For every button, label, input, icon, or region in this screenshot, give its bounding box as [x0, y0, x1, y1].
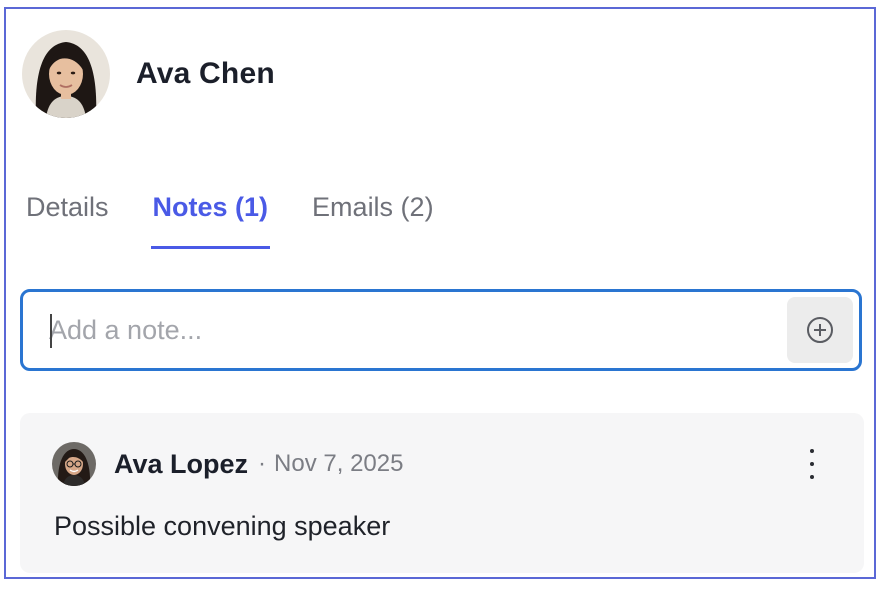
contact-panel: Ava Chen Details Notes (1) Emails (2) Ad…	[4, 7, 876, 579]
note-input-container	[20, 289, 862, 371]
more-vertical-icon[interactable]	[804, 449, 820, 479]
note-header: Ava Lopez · Nov 7, 2025	[52, 441, 403, 487]
note-body: Possible convening speaker	[54, 511, 391, 541]
note-author: Ava Lopez	[114, 448, 249, 479]
add-note-button[interactable]	[787, 297, 853, 363]
tab-details[interactable]: Details	[24, 187, 111, 249]
note-date: Nov 7, 2025	[274, 450, 404, 477]
tab-emails[interactable]: Emails (2)	[310, 187, 436, 249]
tab-notes[interactable]: Notes (1)	[150, 187, 271, 249]
note-input[interactable]	[23, 299, 787, 361]
contact-header: Ava Chen	[22, 29, 275, 119]
author-avatar	[52, 442, 96, 486]
contact-name: Ava Chen	[136, 57, 275, 90]
text-cursor	[50, 314, 52, 348]
plus-circle-icon	[807, 317, 833, 343]
meta-separator: ·	[258, 450, 267, 477]
note-card: Ava Lopez · Nov 7, 2025 Possible conveni…	[20, 413, 864, 573]
tab-bar: Details Notes (1) Emails (2)	[24, 187, 436, 249]
contact-avatar	[22, 30, 110, 118]
